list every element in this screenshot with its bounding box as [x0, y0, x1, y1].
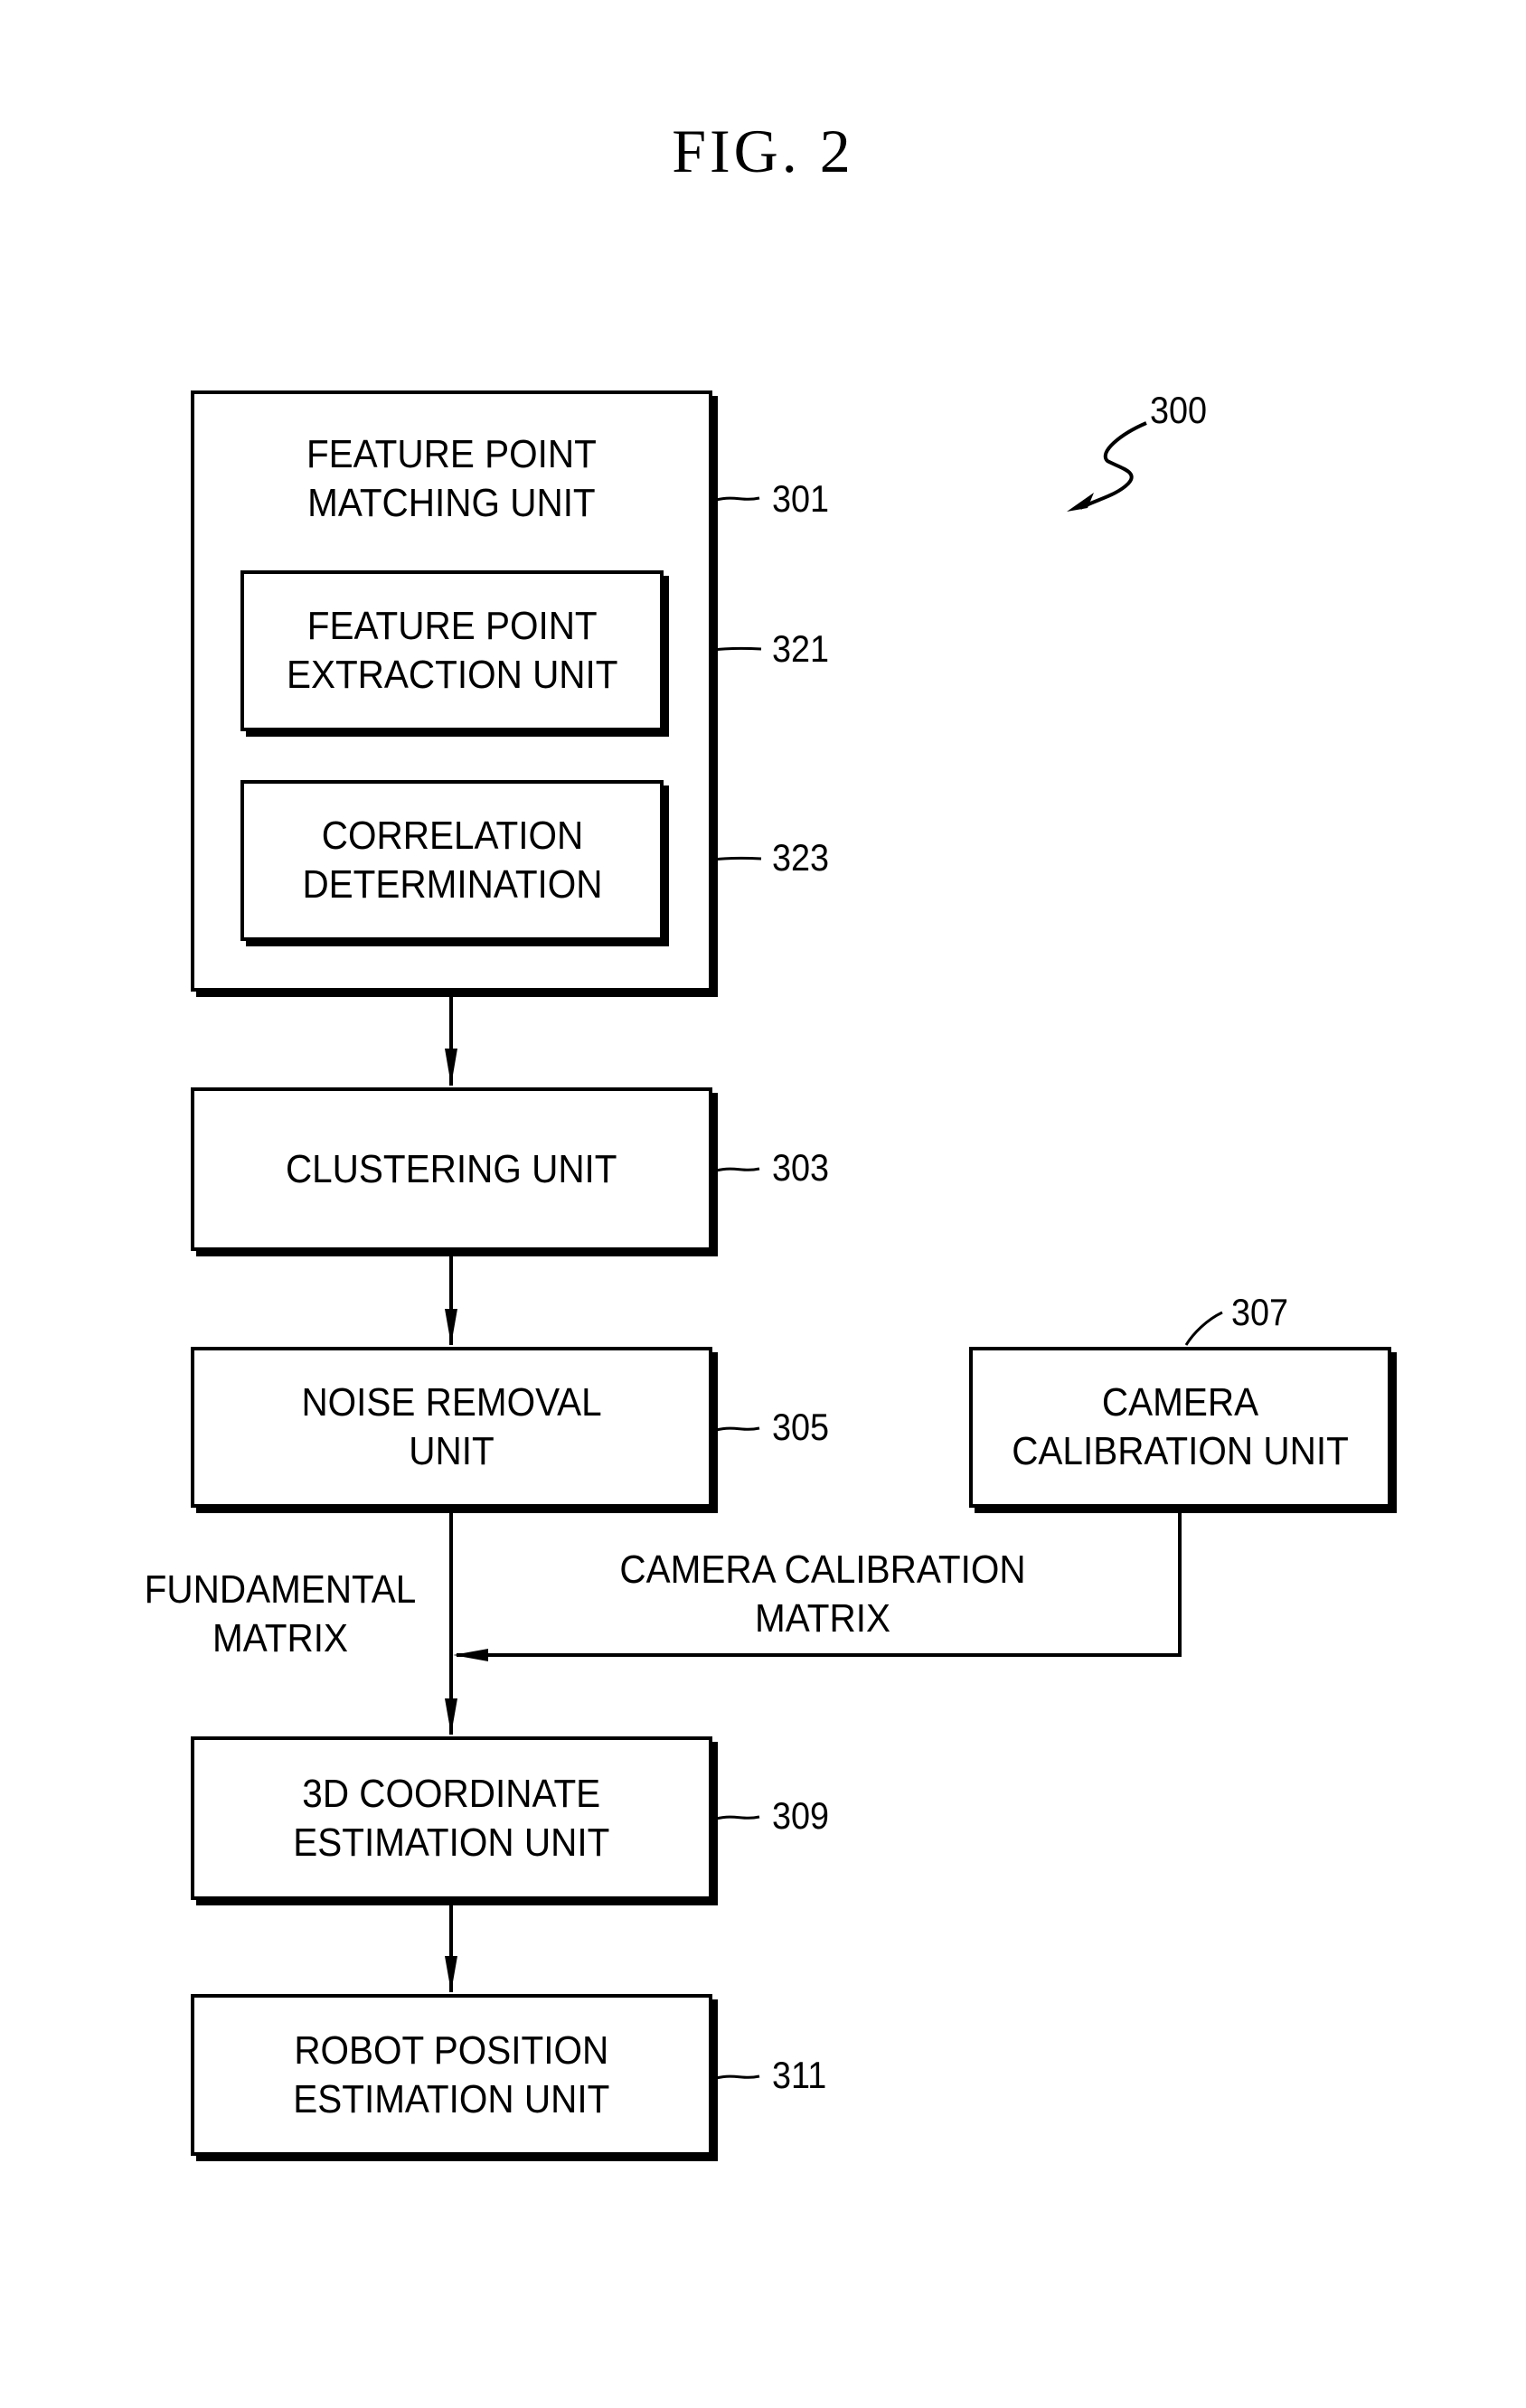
ref-301: 301 — [772, 477, 830, 520]
correlation-determination-block: CORRELATION DETERMINATION — [240, 780, 664, 941]
block-label: CLUSTERING UNIT — [286, 1146, 617, 1191]
block-label: CORRELATION DETERMINATION — [301, 814, 603, 907]
leader-309 — [715, 1815, 760, 1820]
ref-323: 323 — [772, 836, 830, 879]
block-label: ROBOT POSITION ESTIMATION UNIT — [293, 2027, 610, 2121]
ref-311: 311 — [772, 2054, 827, 2096]
leader-307 — [1184, 1311, 1223, 1346]
ref-309: 309 — [772, 1794, 830, 1837]
camera-calibration-matrix-label: CAMERA CALIBRATION MATRIX — [619, 1547, 1026, 1641]
block-label: 3D COORDINATE ESTIMATION UNIT — [293, 1771, 610, 1865]
ref-321: 321 — [772, 627, 830, 670]
leader-311 — [715, 2074, 760, 2080]
ref-303: 303 — [772, 1146, 830, 1189]
block-label: FEATURE POINT MATCHING UNIT — [306, 432, 597, 525]
fundamental-matrix-label: FUNDAMENTAL MATRIX — [144, 1567, 417, 1660]
block-label: FEATURE POINT EXTRACTION UNIT — [286, 604, 618, 697]
clustering-unit-block: CLUSTERING UNIT — [191, 1087, 712, 1251]
block-label: NOISE REMOVAL UNIT — [301, 1380, 602, 1473]
robot-position-estimation-unit-block: ROBOT POSITION ESTIMATION UNIT — [191, 1994, 712, 2156]
noise-removal-unit-block: NOISE REMOVAL UNIT — [191, 1347, 712, 1508]
3d-coordinate-estimation-unit-block: 3D COORDINATE ESTIMATION UNIT — [191, 1736, 712, 1900]
ref-300: 300 — [1150, 389, 1208, 431]
leader-305 — [715, 1426, 760, 1432]
leader-303 — [715, 1167, 760, 1172]
feature-point-extraction-unit-block: FEATURE POINT EXTRACTION UNIT — [240, 570, 664, 731]
leader-301 — [715, 496, 760, 502]
ref-305: 305 — [772, 1406, 830, 1448]
block-label: CAMERA CALIBRATION UNIT — [1012, 1380, 1349, 1473]
camera-calibration-unit-block: CAMERA CALIBRATION UNIT — [969, 1347, 1391, 1508]
ref-307: 307 — [1231, 1291, 1289, 1333]
